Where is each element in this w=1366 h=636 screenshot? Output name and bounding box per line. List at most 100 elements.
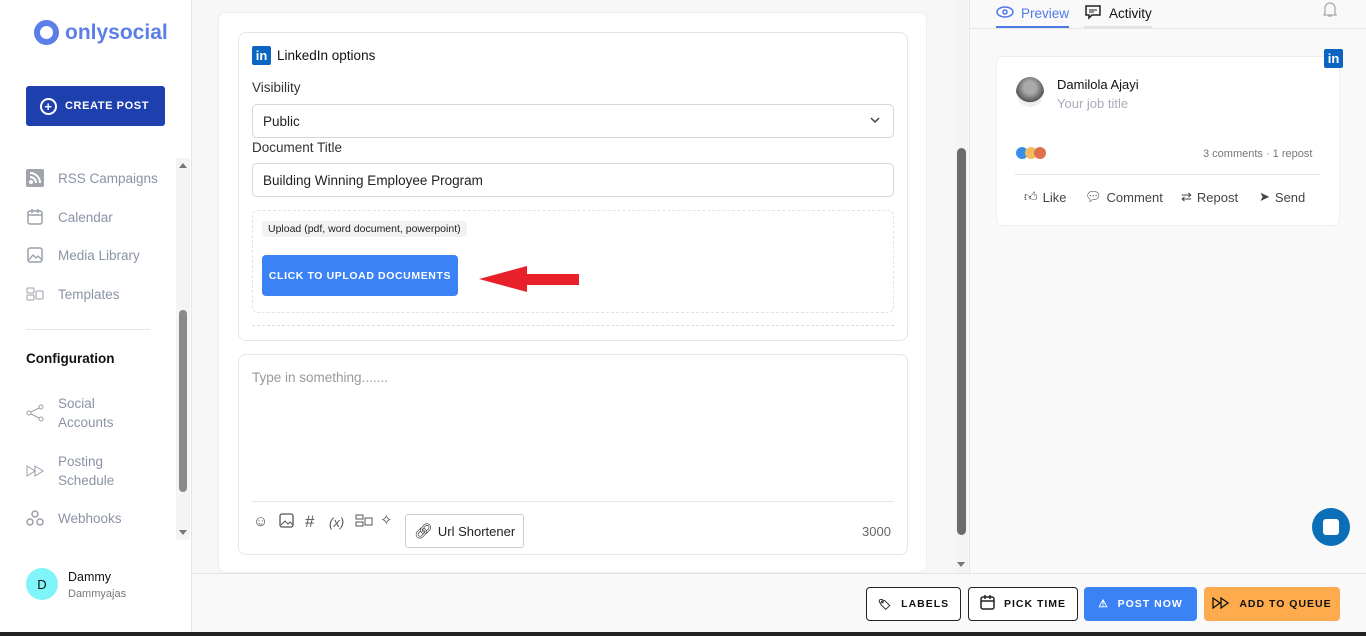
- comment-icon: [1084, 4, 1102, 23]
- label: Posting Schedule: [58, 454, 115, 488]
- eye-icon: [996, 5, 1014, 21]
- label: Social Accounts: [58, 396, 114, 430]
- pick-time-button[interactable]: PICK TIME: [968, 587, 1078, 621]
- bell-icon[interactable]: [1322, 1, 1338, 23]
- webhook-icon: [26, 509, 44, 527]
- image-icon: [26, 246, 44, 264]
- user-name: Dammy: [68, 570, 112, 584]
- templates-icon: [26, 285, 44, 303]
- avatar[interactable]: D: [26, 568, 58, 600]
- fast-forward-icon: [26, 462, 44, 480]
- sidebar-item-webhooks[interactable]: Webhooks: [26, 509, 122, 527]
- tab-label: Preview: [1021, 5, 1070, 21]
- button-label: LABELS: [901, 598, 950, 610]
- tag-icon: 🏷︎: [877, 598, 893, 611]
- linkedin-options-title: LinkedIn options: [277, 48, 376, 63]
- profile-name: Damilola Ajayi: [1057, 77, 1139, 92]
- button-label: PICK TIME: [1003, 598, 1067, 610]
- create-post-button[interactable]: + CREATE POST: [26, 86, 165, 126]
- url-shortener-label: Url Shortener: [437, 523, 516, 539]
- comment-action[interactable]: 💬︎ Comment: [1085, 189, 1163, 205]
- thumbs-up-icon: 👍︎: [1024, 189, 1038, 204]
- action-label: Like: [1042, 189, 1067, 205]
- visibility-value: Public: [263, 113, 300, 129]
- like-action[interactable]: 👍︎ Like: [1024, 189, 1066, 205]
- repost-icon: ⇄: [1181, 189, 1192, 204]
- sidebar-item-calendar[interactable]: Calendar: [26, 208, 113, 226]
- send-icon: ➤: [1259, 189, 1270, 204]
- fast-forward-icon: [1212, 596, 1230, 612]
- calendar-icon: [980, 595, 995, 613]
- divider: [26, 329, 150, 330]
- divider: [252, 325, 894, 326]
- ai-sparkle-icon[interactable]: ✧: [380, 511, 393, 529]
- main-scrollbar-thumb[interactable]: [957, 148, 966, 535]
- emoji-icon[interactable]: ☺: [253, 513, 268, 530]
- action-label: Send: [1274, 189, 1306, 205]
- character-count: 3000: [862, 524, 891, 539]
- divider: [970, 28, 1366, 29]
- sidebar-item-templates[interactable]: Templates: [26, 285, 120, 303]
- warning-icon: ⚠︎: [1098, 598, 1109, 610]
- reactions-icon: [1016, 147, 1046, 159]
- tab-preview[interactable]: Preview: [996, 0, 1070, 28]
- divider: [252, 501, 894, 502]
- section-heading: Configuration: [26, 351, 115, 366]
- button-label: POST NOW: [1117, 598, 1183, 610]
- post-stats: 3 comments · 1 repost: [1203, 148, 1313, 160]
- taskbar-edge: [0, 632, 1366, 636]
- rss-icon: [26, 169, 44, 187]
- share-icon: [26, 404, 44, 422]
- action-label: Repost: [1196, 189, 1239, 205]
- label: Media Library: [58, 247, 140, 263]
- add-to-queue-button[interactable]: ADD TO QUEUE: [1204, 587, 1340, 621]
- comment-icon: 💬︎: [1085, 189, 1102, 204]
- visibility-select[interactable]: Public: [252, 104, 894, 138]
- upload-documents-button[interactable]: CLICK TO UPLOAD DOCUMENTS: [262, 255, 458, 296]
- templates-icon[interactable]: [355, 513, 373, 532]
- action-label: Comment: [1106, 189, 1163, 205]
- tab-activity[interactable]: Activity: [1084, 0, 1152, 28]
- plus-icon: +: [40, 97, 57, 115]
- tab-label: Activity: [1109, 5, 1152, 21]
- label: Webhooks: [58, 510, 122, 526]
- variable-icon[interactable]: (x): [329, 515, 344, 530]
- brand-logo[interactable]: onlysocial: [34, 20, 168, 45]
- send-action[interactable]: ➤ Send: [1259, 189, 1305, 205]
- post-now-button[interactable]: ⚠︎ POST NOW: [1084, 587, 1197, 621]
- image-icon[interactable]: [279, 513, 294, 532]
- sidebar-item-social-accounts[interactable]: Social Accounts: [26, 394, 114, 432]
- brand-name: onlysocial: [65, 20, 168, 44]
- red-arrow-annotation: [479, 266, 579, 292]
- document-title-input[interactable]: Building Winning Employee Program: [252, 163, 894, 197]
- user-handle: Dammyajas: [68, 588, 127, 600]
- linkedin-icon: in: [252, 46, 271, 65]
- create-post-label: CREATE POST: [65, 100, 150, 112]
- document-title-label: Document Title: [252, 140, 343, 155]
- label: Templates: [58, 286, 120, 302]
- logo-icon: [34, 20, 59, 45]
- post-text-input[interactable]: Type in something.......: [252, 370, 388, 385]
- sidebar-item-rss[interactable]: RSS Campaigns: [26, 169, 158, 187]
- url-shortener-button[interactable]: 🔗︎ Url Shortener: [405, 514, 524, 548]
- sidebar-item-media-library[interactable]: Media Library: [26, 246, 140, 264]
- linkedin-icon: in: [1324, 49, 1343, 68]
- calendar-icon: [26, 208, 44, 226]
- label: RSS Campaigns: [58, 170, 158, 186]
- linkedin-options-header: in LinkedIn options: [252, 46, 375, 65]
- profile-photo: [1016, 77, 1044, 107]
- chat-icon: [1323, 519, 1339, 535]
- button-label: ADD TO QUEUE: [1239, 598, 1332, 610]
- label: Calendar: [58, 209, 113, 225]
- hashtag-icon[interactable]: #: [305, 512, 314, 532]
- sidebar-scrollbar-thumb[interactable]: [179, 310, 187, 492]
- job-title: Your job title: [1057, 96, 1129, 111]
- divider: [1015, 174, 1320, 175]
- labels-button[interactable]: 🏷︎ LABELS: [866, 587, 961, 621]
- repost-action[interactable]: ⇄ Repost: [1181, 189, 1238, 205]
- sidebar-item-posting-schedule[interactable]: Posting Schedule: [26, 452, 114, 490]
- chevron-down-icon: [869, 114, 881, 129]
- sidebar: onlysocial + CREATE POST RSS Campaigns Ca…: [0, 0, 192, 636]
- chat-support-button[interactable]: [1312, 508, 1350, 546]
- visibility-label: Visibility: [252, 80, 301, 95]
